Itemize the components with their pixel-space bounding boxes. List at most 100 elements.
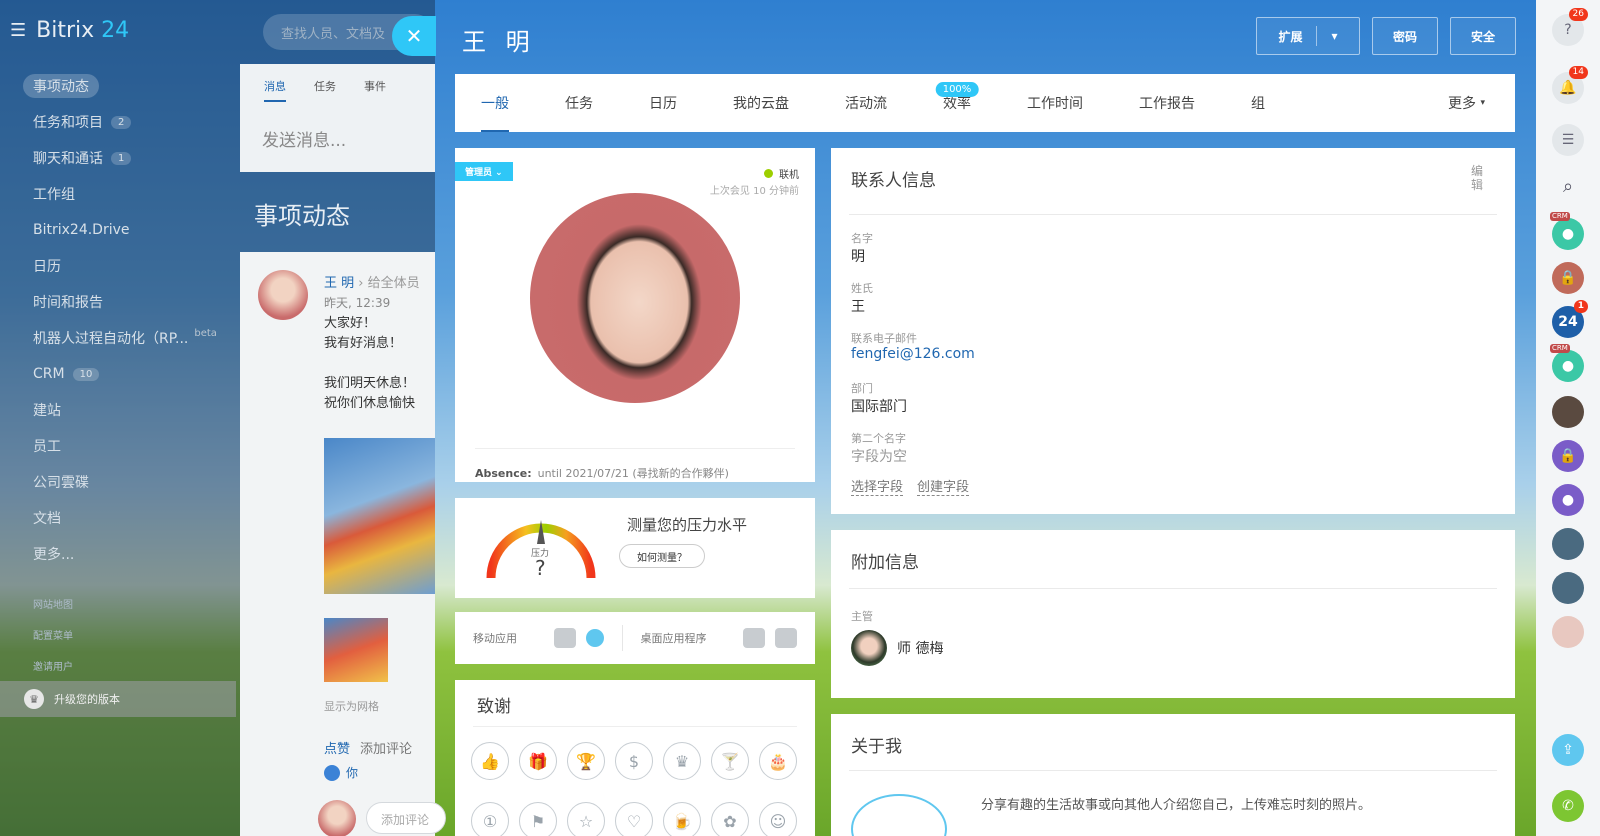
- post-time: 昨天, 12:39: [324, 296, 391, 310]
- send-message-input[interactable]: 发送消息...: [262, 126, 346, 151]
- efficiency-badge: 100%: [935, 82, 979, 97]
- manager-name[interactable]: 师 德梅: [897, 638, 943, 658]
- field-last-name: 王: [851, 299, 865, 315]
- menu-icon[interactable]: ☰: [10, 20, 26, 41]
- about-me-text: 分享有趣的生活故事或向其他人介绍您自己，上传难忘时刻的照片。: [981, 798, 1372, 813]
- crown-icon[interactable]: ♛: [663, 742, 701, 780]
- user-icon[interactable]: ●: [1552, 484, 1584, 516]
- tab-work-time[interactable]: 工作时间: [1027, 74, 1083, 132]
- nav-small-link[interactable]: 配置菜单: [23, 619, 217, 650]
- cake-icon[interactable]: 🎂: [759, 742, 797, 780]
- money-icon[interactable]: $: [615, 742, 653, 780]
- photo-upload-icon[interactable]: [851, 794, 947, 836]
- select-field-link[interactable]: 选择字段: [851, 480, 904, 496]
- nav-item[interactable]: 员工: [23, 428, 217, 464]
- app-store-icon[interactable]: [585, 629, 604, 647]
- tab-work-reports[interactable]: 工作报告: [1139, 74, 1195, 132]
- number-one-icon[interactable]: ①: [471, 802, 509, 836]
- nav-item[interactable]: CRM 10: [23, 356, 217, 392]
- nav-item[interactable]: 聊天和通话 1: [23, 140, 217, 176]
- tab-tasks[interactable]: 任务: [565, 74, 593, 132]
- android-icon[interactable]: [553, 628, 576, 648]
- lock-icon[interactable]: 🔒: [1552, 262, 1584, 294]
- trophy-icon[interactable]: 🏆: [567, 742, 605, 780]
- tab-groups[interactable]: 组: [1251, 74, 1265, 132]
- password-button[interactable]: 密码: [1372, 17, 1438, 55]
- expand-button[interactable]: 扩展 ▾: [1256, 17, 1360, 55]
- smile-icon[interactable]: ☺: [759, 802, 797, 836]
- chevron-down-icon[interactable]: ▾: [1331, 29, 1337, 43]
- tab-calendar[interactable]: 日历: [649, 74, 677, 132]
- create-field-link[interactable]: 创建字段: [917, 480, 970, 496]
- post-image-thumb[interactable]: [324, 618, 388, 682]
- tab-more[interactable]: 更多 ▾: [1448, 74, 1485, 132]
- cocktail-icon[interactable]: 🍸: [711, 742, 749, 780]
- right-toolbar: ? 26 🔔 14 ☰ ⌕ ● CRM 🔒 24 1 ● CRM 🔒 ● ⇪ ✆: [1536, 0, 1600, 836]
- bitrix24-icon[interactable]: 24 1: [1552, 300, 1588, 338]
- flag-icon[interactable]: ⚑: [519, 802, 557, 836]
- nav-item[interactable]: 更多...: [23, 536, 217, 572]
- help-icon[interactable]: ? 26: [1552, 8, 1588, 46]
- nav-item[interactable]: 机器人过程自动化（RP... beta: [23, 320, 217, 356]
- call-transfer-icon[interactable]: ⇪: [1552, 734, 1584, 766]
- nav-item[interactable]: 任务和项目 2: [23, 104, 217, 140]
- apple-icon[interactable]: [775, 628, 797, 648]
- gift-icon[interactable]: 🎁: [519, 742, 557, 780]
- bell-icon[interactable]: 🔔 14: [1552, 66, 1588, 104]
- upgrade-button[interactable]: ♛ 升级您的版本: [0, 681, 236, 717]
- chat-icon[interactable]: ☰: [1552, 124, 1584, 156]
- avatar[interactable]: [1552, 572, 1584, 604]
- field-second-name: 字段为空: [851, 449, 907, 465]
- crm-contact-icon[interactable]: ● CRM: [1550, 212, 1584, 250]
- nav-item[interactable]: 公司雲碟: [23, 464, 217, 500]
- avatar[interactable]: [1552, 396, 1584, 428]
- nav-small-link[interactable]: 邀请用户: [23, 650, 217, 681]
- how-to-measure-button[interactable]: 如何测量？: [619, 544, 705, 568]
- nav-small-link[interactable]: 网站地图: [23, 588, 217, 619]
- logo[interactable]: ☰ Bitrix 24: [10, 18, 129, 43]
- phone-icon[interactable]: ✆: [1552, 790, 1584, 822]
- heart-icon[interactable]: ♡: [615, 802, 653, 836]
- nav-item[interactable]: 建站: [23, 392, 217, 428]
- avatar[interactable]: [258, 270, 308, 320]
- flower-icon[interactable]: ✿: [711, 802, 749, 836]
- tab-efficiency[interactable]: 100% 效率: [935, 74, 979, 132]
- feed-tab[interactable]: 任务: [314, 78, 336, 102]
- feed-tab[interactable]: 消息: [264, 78, 286, 102]
- tab-drive[interactable]: 我的云盘: [733, 74, 789, 132]
- nav-item[interactable]: 日历: [23, 248, 217, 284]
- role-badge[interactable]: 管理员 ⌄: [455, 162, 513, 181]
- lock-icon[interactable]: 🔒: [1552, 440, 1584, 472]
- tab-activity-stream[interactable]: 活动流: [845, 74, 887, 132]
- comment-button[interactable]: 添加评论: [360, 742, 412, 757]
- nav-item[interactable]: 文档: [23, 500, 217, 536]
- nav-item[interactable]: Bitrix24.Drive: [23, 212, 217, 248]
- online-dot-icon: [764, 169, 773, 178]
- field-email-link[interactable]: fengfei@126.com: [851, 346, 975, 362]
- post-author[interactable]: 王 明: [324, 276, 354, 291]
- star-icon[interactable]: ☆: [567, 802, 605, 836]
- thumbs-up-icon[interactable]: 👍: [471, 742, 509, 780]
- avatar[interactable]: [851, 630, 887, 666]
- windows-icon[interactable]: [743, 628, 765, 648]
- about-me-card: 关于我 分享有趣的生活故事或向其他人介绍您自己，上传难忘时刻的照片。: [831, 714, 1515, 836]
- nav-list: 事项动态 任务和项目 2 聊天和通话 1 工作组 Bitrix24.Drive 日历…: [23, 68, 217, 681]
- beer-icon[interactable]: 🍺: [663, 802, 701, 836]
- grid-toggle[interactable]: 显示为网格: [324, 698, 379, 714]
- close-slider-button[interactable]: ✕: [392, 16, 436, 56]
- security-button[interactable]: 安全: [1450, 17, 1516, 55]
- nav-item[interactable]: 时间和报告: [23, 284, 217, 320]
- avatar[interactable]: [1552, 528, 1584, 560]
- search-icon[interactable]: ⌕: [1552, 170, 1584, 202]
- avatar[interactable]: [1552, 616, 1584, 648]
- post-image[interactable]: [324, 438, 435, 594]
- crm-contact-icon[interactable]: ● CRM: [1550, 344, 1584, 382]
- profile-photo[interactable]: [530, 193, 740, 403]
- nav-item[interactable]: 事项动态: [23, 68, 217, 104]
- add-comment-input[interactable]: 添加评论: [366, 802, 446, 834]
- like-button[interactable]: 点赞: [324, 742, 350, 757]
- tab-general[interactable]: 一般: [481, 74, 509, 132]
- nav-item[interactable]: 工作组: [23, 176, 217, 212]
- edit-button[interactable]: 编辑: [1471, 164, 1485, 192]
- feed-tab[interactable]: 事件: [364, 78, 386, 102]
